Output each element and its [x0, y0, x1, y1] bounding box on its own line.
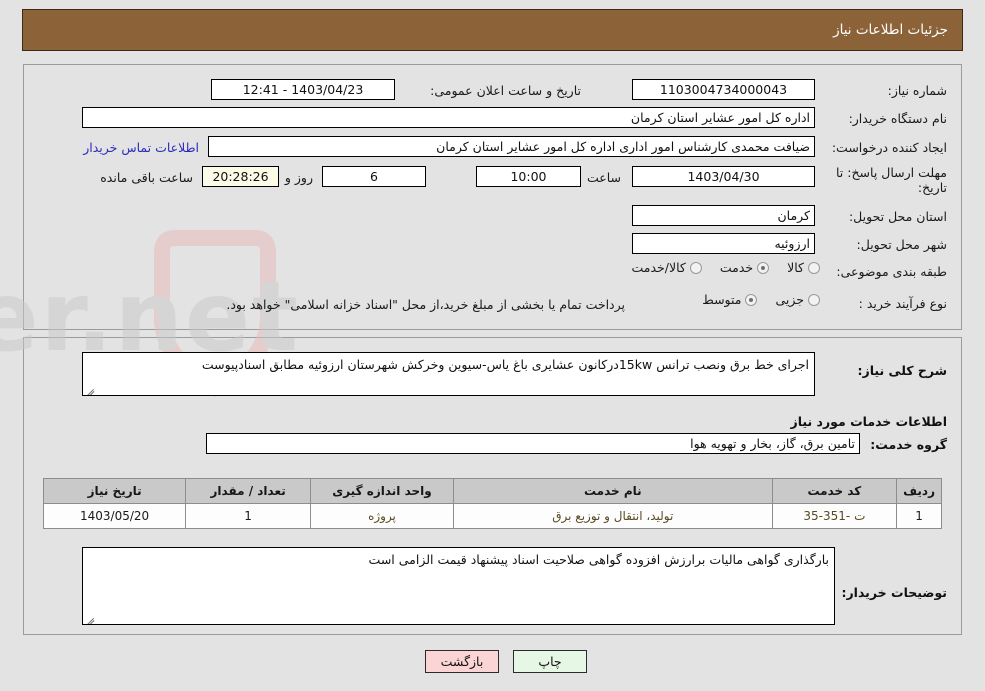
radio-icon[interactable]	[745, 293, 758, 306]
delivery-city-label: شهر محل تحویل:	[856, 237, 947, 252]
cell-row-index: 1	[896, 503, 942, 529]
cell-service-code: ت -351-35	[771, 503, 898, 529]
deadline-date-field[interactable]: 1403/04/30	[632, 166, 815, 187]
delivery-city-field[interactable]: ارزوئیه	[632, 233, 815, 254]
announce-datetime-label: تاریخ و ساعت اعلان عمومی:	[430, 83, 581, 98]
radio-icon[interactable]	[757, 261, 770, 274]
countdown-field: 20:28:26	[202, 166, 279, 187]
page-root: جزئیات اطلاعات نیاز AriaTender.net شماره…	[0, 0, 985, 691]
table-header-cell: تاریخ نیاز	[42, 478, 187, 504]
countdown-suffix-label: ساعت باقی مانده	[100, 170, 193, 185]
radio-icon[interactable]	[808, 293, 820, 306]
buyer-org-field[interactable]: اداره کل امور عشایر استان کرمان	[82, 107, 815, 128]
treasury-note: پرداخت تمام یا بخشی از مبلغ خرید،از محل …	[226, 297, 625, 312]
general-desc-textarea[interactable]: اجرای خط برق ونصب ترانس 15kwدرکانون عشای…	[82, 352, 815, 396]
page-header: جزئیات اطلاعات نیاز	[22, 9, 963, 51]
buyer-contact-link[interactable]: اطلاعات تماس خریدار	[83, 140, 199, 155]
announce-datetime-field[interactable]: 1403/04/23 - 12:41	[211, 79, 395, 100]
purchase-process-option-1[interactable]: متوسط	[702, 292, 758, 307]
category-option-1[interactable]: خدمت	[719, 260, 770, 275]
table-header-row: ردیف کد خدمت نام خدمت واحد اندازه گیری تعداد…	[42, 478, 942, 504]
service-group-field[interactable]: تامین برق، گاز، بخار و تهویه هوا	[206, 433, 860, 454]
category-option-0[interactable]: کالا	[787, 260, 820, 275]
table-header-cell: تعداد / مقدار	[185, 478, 312, 504]
radio-icon[interactable]	[689, 261, 702, 274]
category-label: طبقه بندی موضوعی:	[836, 264, 947, 279]
need-number-label: شماره نیاز:	[887, 83, 947, 98]
category-option-label: خدمت	[719, 260, 754, 275]
buyer-notes-text: بارگذاری گواهی مالیات برارزش افزوده گواه…	[368, 552, 829, 567]
category-option-label: کالا/خدمت	[631, 260, 686, 275]
deadline-time-field[interactable]: 10:00	[476, 166, 581, 187]
purchase-process-option-label: جزیی	[775, 292, 804, 307]
cell-quantity: 1	[185, 503, 312, 529]
general-desc-text: اجرای خط برق ونصب ترانس 15kwدرکانون عشای…	[201, 357, 809, 372]
purchase-process-radio-group[interactable]: جزیی متوسط	[684, 292, 820, 307]
purchase-process-option-label: متوسط	[702, 292, 742, 307]
print-button[interactable]: چاپ	[513, 650, 587, 673]
need-number-field[interactable]: 1103004734000043	[632, 79, 815, 100]
resize-grip-icon-2[interactable]	[85, 612, 97, 624]
service-group-label: گروه خدمت:	[870, 437, 947, 452]
request-creator-field[interactable]: ضیافت محمدی کارشناس امور اداری اداره کل …	[208, 136, 815, 157]
cell-need-date: 1403/05/20	[42, 503, 187, 529]
purchase-process-label: نوع فرآیند خرید :	[858, 296, 947, 311]
services-table: ردیف کد خدمت نام خدمت واحد اندازه گیری تعداد…	[42, 478, 942, 529]
category-option-2[interactable]: کالا/خدمت	[631, 260, 702, 275]
buyer-notes-textarea[interactable]: بارگذاری گواهی مالیات برارزش افزوده گواه…	[82, 547, 835, 625]
table-header-cell: نام خدمت	[452, 478, 773, 504]
table-row: 1ت -351-35 تولید، انتقال و توزیع برق پروژه…	[42, 503, 942, 529]
buyer-org-label: نام دستگاه خریدار:	[848, 111, 947, 126]
cell-measurement-unit: پروژه	[310, 503, 454, 529]
table-header-cell: ردیف	[896, 478, 942, 504]
need-info-panel	[23, 64, 962, 330]
back-button[interactable]: بازگشت	[425, 650, 499, 673]
response-deadline-label: مهلت ارسال پاسخ: تا تاریخ:	[836, 165, 947, 195]
radio-icon[interactable]	[808, 261, 820, 274]
delivery-province-field[interactable]: کرمان	[632, 205, 815, 226]
page-title: جزئیات اطلاعات نیاز	[833, 22, 948, 38]
table-header-cell: کد خدمت	[771, 478, 898, 504]
delivery-province-label: استان محل تحویل:	[848, 209, 947, 224]
purchase-process-option-0[interactable]: جزیی	[775, 292, 820, 307]
deadline-time-label: ساعت	[586, 170, 621, 185]
deadline-days-suffix: روز و	[284, 170, 313, 185]
category-radio-group[interactable]: کالا خدمت کالا/خدمت	[613, 260, 820, 275]
resize-grip-icon[interactable]	[85, 383, 97, 395]
deadline-days-field[interactable]: 6	[322, 166, 426, 187]
request-creator-label: ایجاد کننده درخواست:	[831, 140, 947, 155]
category-option-label: کالا	[787, 260, 804, 275]
services-section-title: اطلاعات خدمات مورد نیاز	[790, 414, 948, 429]
buyer-notes-label: توضیحات خریدار:	[841, 585, 947, 600]
general-desc-label: شرح کلی نیاز:	[857, 363, 947, 378]
cell-service-name: تولید، انتقال و توزیع برق	[452, 503, 773, 529]
table-header-cell: واحد اندازه گیری	[310, 478, 454, 504]
